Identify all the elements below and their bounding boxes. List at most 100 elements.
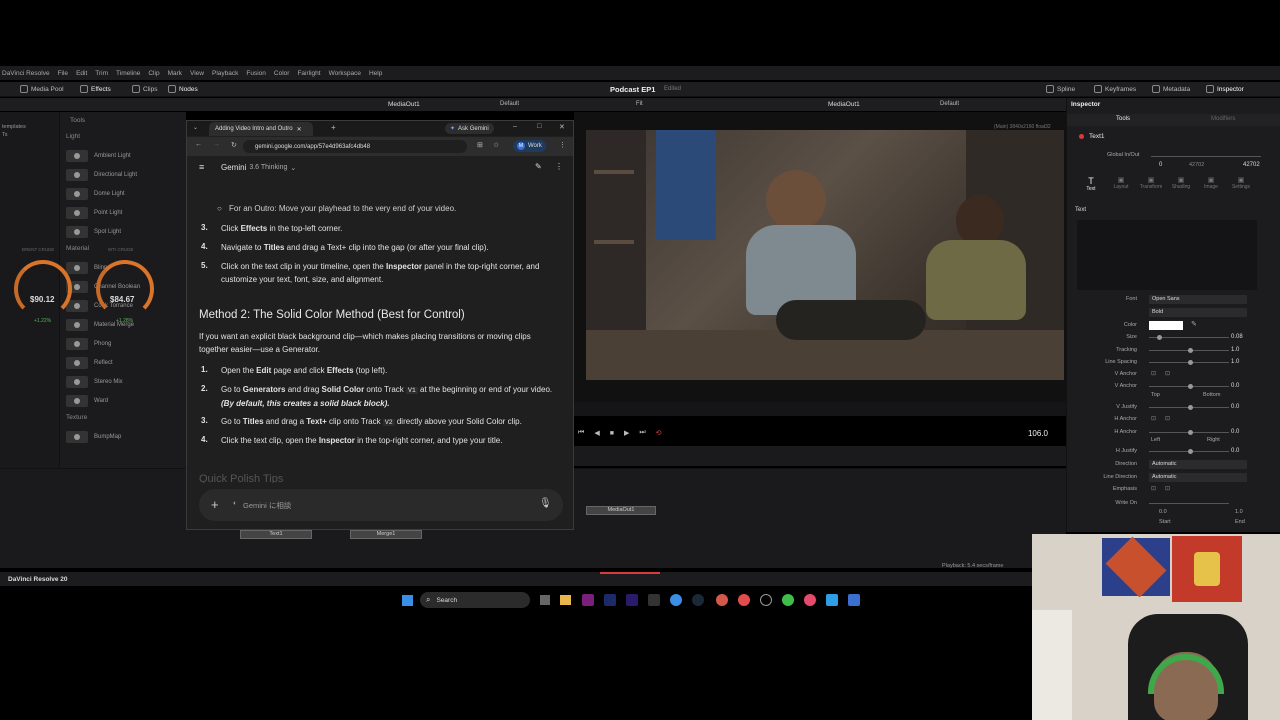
- inspector-slider[interactable]: [1149, 384, 1229, 389]
- inspector-dropdown[interactable]: Automatic: [1149, 460, 1247, 469]
- spline-button[interactable]: Spline: [1046, 85, 1075, 93]
- keyframes-button[interactable]: Keyframes: [1094, 85, 1136, 93]
- tab-list-icon[interactable]: ⌄: [193, 124, 198, 131]
- bookmark-star-icon[interactable]: ☆: [493, 141, 499, 149]
- menu-help[interactable]: Help: [369, 70, 382, 77]
- new-chat-icon[interactable]: ✎: [535, 162, 542, 171]
- maximize-icon[interactable]: □: [537, 123, 541, 130]
- eyedropper-icon[interactable]: ✎: [1191, 320, 1197, 328]
- global-inout-slider[interactable]: [1151, 156, 1261, 157]
- taskbar-search[interactable]: ⌕ Search: [420, 592, 530, 608]
- prompt-placeholder[interactable]: Gemini に相談: [243, 500, 291, 511]
- media-pool-button[interactable]: Media Pool: [20, 85, 64, 93]
- menu-fusion[interactable]: Fusion: [246, 70, 266, 77]
- library-item[interactable]: Phong: [66, 336, 182, 351]
- right-viewer-mode[interactable]: Default: [940, 101, 959, 107]
- inspector-value[interactable]: 0.0: [1231, 383, 1239, 389]
- text-edit-box[interactable]: [1077, 220, 1257, 290]
- inspector-slider[interactable]: [1149, 449, 1229, 454]
- line-icon[interactable]: [782, 594, 794, 606]
- align-toggle-icon[interactable]: ⊡: [1165, 485, 1170, 492]
- color-swatch[interactable]: [1149, 321, 1183, 330]
- browser-tab[interactable]: Adding Video Intro and Outro ✕: [209, 122, 313, 136]
- model-picker[interactable]: Gemini 3.6 Thinking ⌄: [221, 163, 296, 172]
- reload-icon[interactable]: ↻: [231, 141, 237, 149]
- translate-icon[interactable]: ⊞: [477, 141, 483, 149]
- tab-modifiers[interactable]: Modifiers: [1211, 116, 1235, 122]
- to-start-icon[interactable]: ⏮: [578, 429, 584, 437]
- tab-close-icon[interactable]: ✕: [297, 126, 302, 133]
- menu-view[interactable]: View: [190, 70, 204, 77]
- inspector-value[interactable]: 1.0: [1231, 359, 1239, 365]
- video-frame[interactable]: [586, 130, 1064, 380]
- slider-knob[interactable]: [1188, 360, 1193, 365]
- media-out-node[interactable]: MediaOut1: [586, 506, 656, 515]
- resolve-taskbar-icon[interactable]: [760, 594, 772, 606]
- microphone-icon[interactable]: 🎙: [539, 498, 552, 509]
- align-toggle-icon[interactable]: ⊡: [1165, 415, 1170, 422]
- effects-button[interactable]: Effects: [80, 85, 111, 93]
- add-icon[interactable]: +: [211, 497, 219, 512]
- nodes-button[interactable]: Nodes: [168, 85, 198, 93]
- tab-tools[interactable]: Tools: [1116, 116, 1130, 122]
- menu-playback[interactable]: Playback: [212, 70, 238, 77]
- library-item[interactable]: Spot Light: [66, 224, 182, 239]
- window-close-icon[interactable]: ✕: [559, 123, 565, 131]
- inspector-slider[interactable]: [1149, 335, 1229, 340]
- timeline-ruler[interactable]: [574, 402, 1066, 416]
- menu-workspace[interactable]: Workspace: [329, 70, 361, 77]
- app-name[interactable]: DaVinci Resolve: [2, 70, 50, 77]
- play-reverse-icon[interactable]: ◀: [594, 429, 599, 437]
- inspector-dropdown[interactable]: Automatic: [1149, 473, 1247, 482]
- write-on-range[interactable]: [1149, 503, 1229, 504]
- gemini-more-icon[interactable]: ⋮: [555, 162, 563, 171]
- text-node[interactable]: Text1: [240, 530, 312, 539]
- library-item[interactable]: Ward: [66, 393, 182, 408]
- prompt-box[interactable]: + ◐ Gemini に相談 🎙: [199, 489, 563, 521]
- inspector-subtab[interactable]: ▣ Settings: [1227, 176, 1255, 190]
- chrome-profile-icon[interactable]: [804, 594, 816, 606]
- clips-button[interactable]: Clips: [132, 85, 157, 93]
- loop-icon[interactable]: ⟲: [656, 429, 662, 437]
- store-icon[interactable]: [848, 594, 860, 606]
- align-toggle-icon[interactable]: ⊡: [1151, 415, 1156, 422]
- photos-icon[interactable]: [826, 594, 838, 606]
- xd-app-icon[interactable]: [582, 594, 594, 606]
- menu-file[interactable]: File: [58, 70, 68, 77]
- forward-icon[interactable]: →: [213, 141, 220, 148]
- inspector-value[interactable]: 1.0: [1231, 347, 1239, 353]
- inspector-subtab[interactable]: ▣ Shading: [1167, 176, 1195, 190]
- profile-button[interactable]: M Work: [513, 140, 546, 152]
- new-tab-icon[interactable]: +: [331, 123, 336, 132]
- slider-knob[interactable]: [1188, 384, 1193, 389]
- task-view-icon[interactable]: [540, 595, 550, 605]
- inspector-subtab[interactable]: ▣ Image: [1197, 176, 1225, 190]
- back-icon[interactable]: ←: [195, 141, 202, 148]
- inspector-slider[interactable]: [1149, 360, 1229, 365]
- inspector-slider[interactable]: [1149, 348, 1229, 353]
- slider-knob[interactable]: [1188, 348, 1193, 353]
- metadata-button[interactable]: Metadata: [1152, 85, 1190, 93]
- file-explorer-icon[interactable]: [560, 595, 571, 605]
- inspector-value[interactable]: 0.0: [1231, 404, 1239, 410]
- chrome-icon[interactable]: [670, 594, 682, 606]
- menu-trim[interactable]: Trim: [95, 70, 108, 77]
- to-end-icon[interactable]: ⏭: [639, 429, 645, 437]
- stop-icon[interactable]: ■: [610, 430, 614, 437]
- global-out-value[interactable]: 42702: [1243, 162, 1260, 168]
- inspector-slider[interactable]: [1149, 405, 1229, 410]
- inspector-button[interactable]: Inspector: [1206, 85, 1244, 93]
- inspector-dropdown[interactable]: Bold: [1149, 308, 1247, 317]
- browser-menu-icon[interactable]: ⋮: [559, 141, 566, 149]
- menu-mark[interactable]: Mark: [168, 70, 182, 77]
- category-templates[interactable]: templates: [2, 124, 26, 130]
- ask-gemini-button[interactable]: ✦ Ask Gemini: [445, 123, 494, 134]
- inspector-value[interactable]: 0.08: [1231, 334, 1243, 340]
- menu-timeline[interactable]: Timeline: [116, 70, 140, 77]
- lr-app-icon[interactable]: [604, 594, 616, 606]
- align-toggle-icon[interactable]: ⊡: [1151, 370, 1156, 377]
- category-ts[interactable]: Ts: [2, 132, 8, 138]
- library-item[interactable]: BumpMap: [66, 429, 182, 444]
- menu-fairlight[interactable]: Fairlight: [297, 70, 320, 77]
- inspector-dropdown[interactable]: Open Sans: [1149, 295, 1247, 304]
